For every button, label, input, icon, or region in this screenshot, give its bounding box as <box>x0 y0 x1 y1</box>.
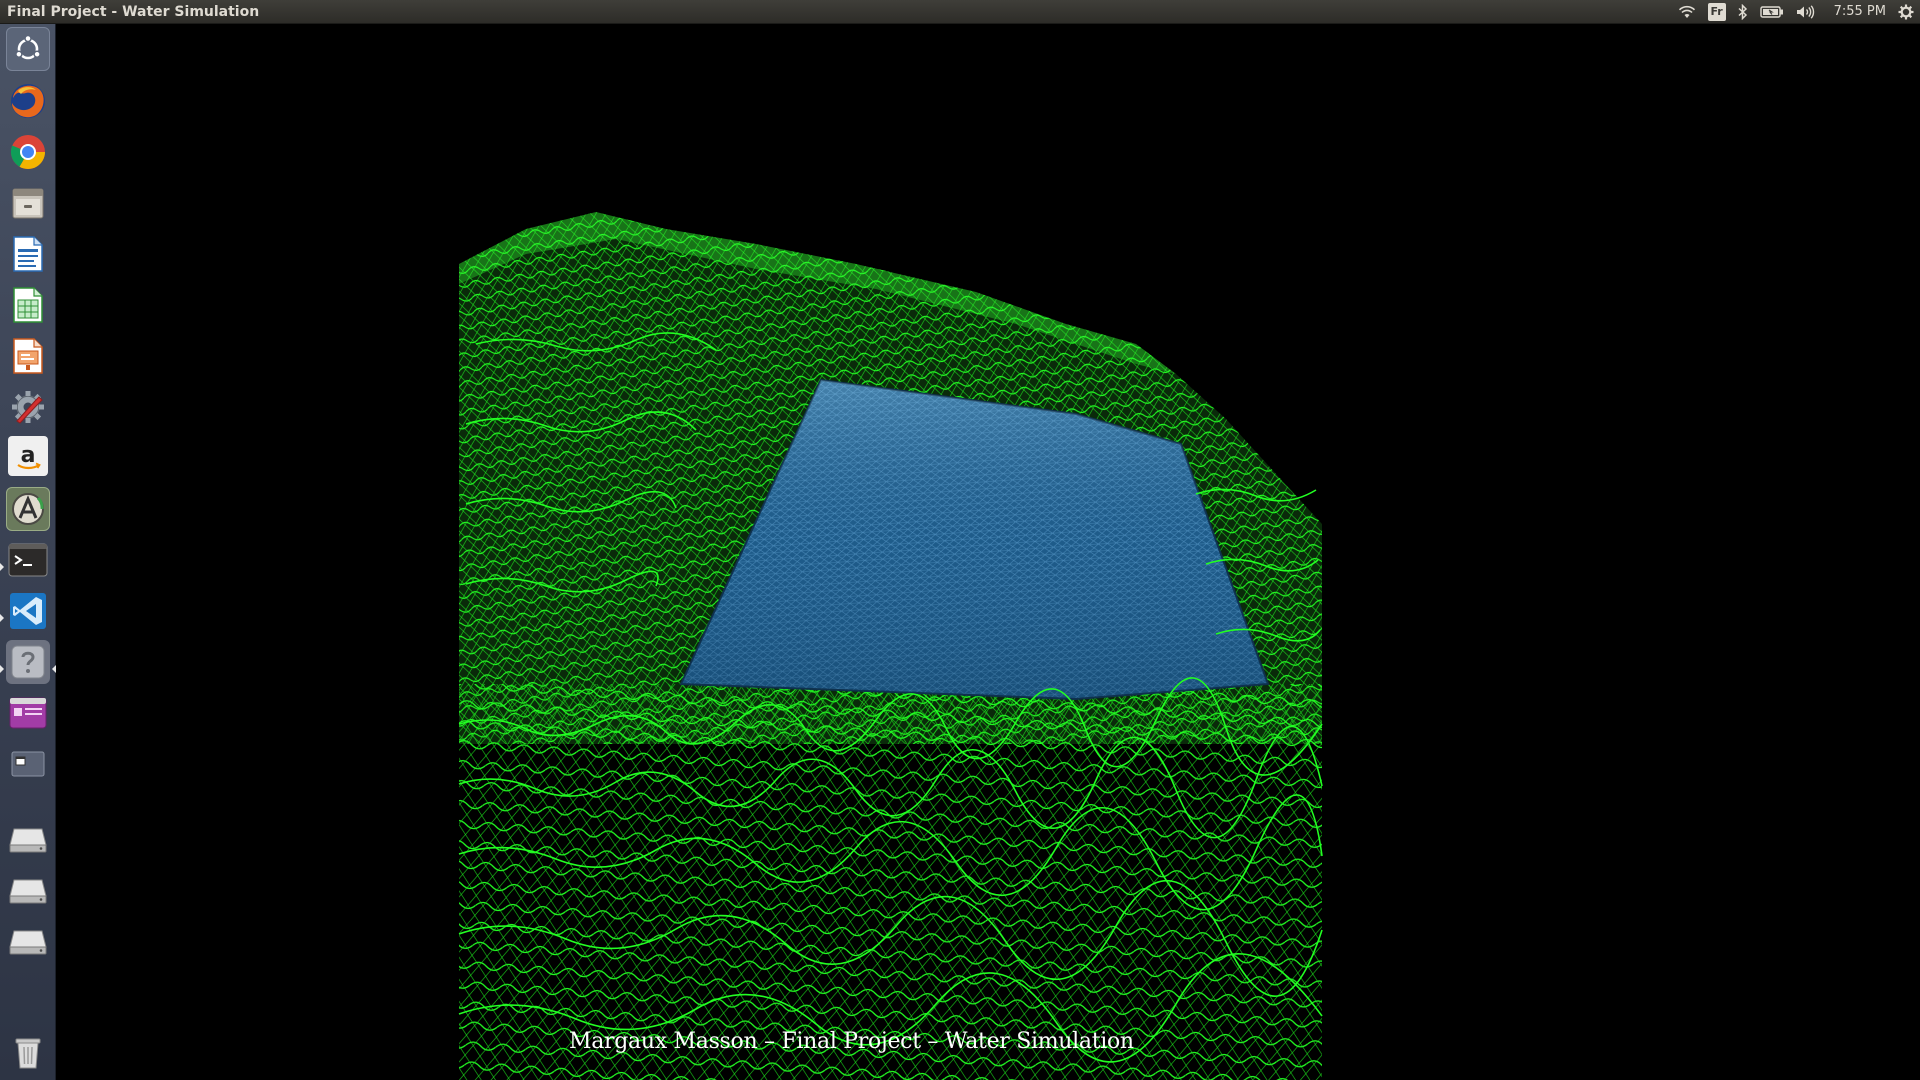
ubuntu-logo-icon <box>15 34 41 60</box>
keyboard-layout-label: Fr <box>1707 2 1726 21</box>
wireframe-scene <box>458 212 1323 1080</box>
drive-2-launcher[interactable] <box>6 868 50 912</box>
trash-icon <box>15 1038 41 1069</box>
libreoffice-calc-icon <box>13 287 43 323</box>
help-launcher[interactable] <box>6 640 50 684</box>
vscode-running-indicator <box>0 614 4 622</box>
simulation-viewport[interactable]: Margaux Masson – Final Project – Water S… <box>56 24 1920 1080</box>
gear-icon[interactable] <box>1898 0 1914 24</box>
question-mark-icon <box>11 645 45 679</box>
window-icon <box>11 751 45 777</box>
keyboard-layout-indicator[interactable]: Fr <box>1707 0 1726 24</box>
scene-caption: Margaux Masson – Final Project – Water S… <box>569 1029 1134 1054</box>
trash-launcher[interactable] <box>6 1030 50 1074</box>
libreoffice-writer-icon <box>13 236 43 272</box>
software-updater-icon <box>12 493 44 525</box>
hard-drive-icon <box>9 828 47 853</box>
volume-icon[interactable] <box>1796 0 1816 24</box>
terrain-mesh-near <box>459 684 1322 1080</box>
drive-3-launcher[interactable] <box>6 919 50 963</box>
file-cabinet-icon <box>12 188 44 219</box>
launcher: a <box>0 24 56 1080</box>
workspace-icon <box>9 697 47 729</box>
firefox-launcher[interactable] <box>6 79 50 123</box>
hard-drive-icon <box>9 930 47 955</box>
chrome-launcher[interactable] <box>6 130 50 174</box>
chrome-icon <box>10 135 45 169</box>
drive-1-launcher[interactable] <box>6 817 50 861</box>
amazon-launcher[interactable]: a <box>8 436 48 476</box>
terminal-running-indicator <box>0 563 4 571</box>
workspace-switcher-launcher[interactable] <box>6 691 50 735</box>
wifi-icon[interactable] <box>1678 0 1696 24</box>
libreoffice-writer-launcher[interactable] <box>6 232 50 276</box>
libreoffice-impress-launcher[interactable] <box>6 334 50 378</box>
firefox-icon <box>11 84 45 118</box>
amazon-icon: a <box>17 443 41 470</box>
svg-text:a: a <box>21 443 36 468</box>
top-panel: Final Project - Water Simulation Fr 7:55… <box>0 0 1920 24</box>
software-updater-launcher[interactable] <box>6 487 50 531</box>
indicator-area: Fr 7:55 PM <box>1666 0 1920 24</box>
vscode-icon <box>10 593 46 629</box>
window-title: Final Project - Water Simulation <box>7 3 260 20</box>
bluetooth-icon[interactable] <box>1738 0 1748 24</box>
libreoffice-calc-launcher[interactable] <box>6 283 50 327</box>
help-running-indicator <box>0 665 4 673</box>
libreoffice-impress-icon <box>13 338 43 374</box>
files-launcher[interactable] <box>6 181 50 225</box>
clock[interactable]: 7:55 PM <box>1834 0 1886 24</box>
battery-icon[interactable] <box>1759 0 1784 24</box>
vscode-launcher[interactable] <box>6 589 50 633</box>
wrench-gear-icon <box>12 391 44 424</box>
system-settings-launcher[interactable] <box>6 385 50 429</box>
window-launcher[interactable] <box>6 742 50 786</box>
terminal-launcher[interactable] <box>6 538 50 582</box>
dash-home-button[interactable] <box>6 27 50 71</box>
hard-drive-icon <box>9 879 47 904</box>
terminal-icon <box>8 543 48 577</box>
